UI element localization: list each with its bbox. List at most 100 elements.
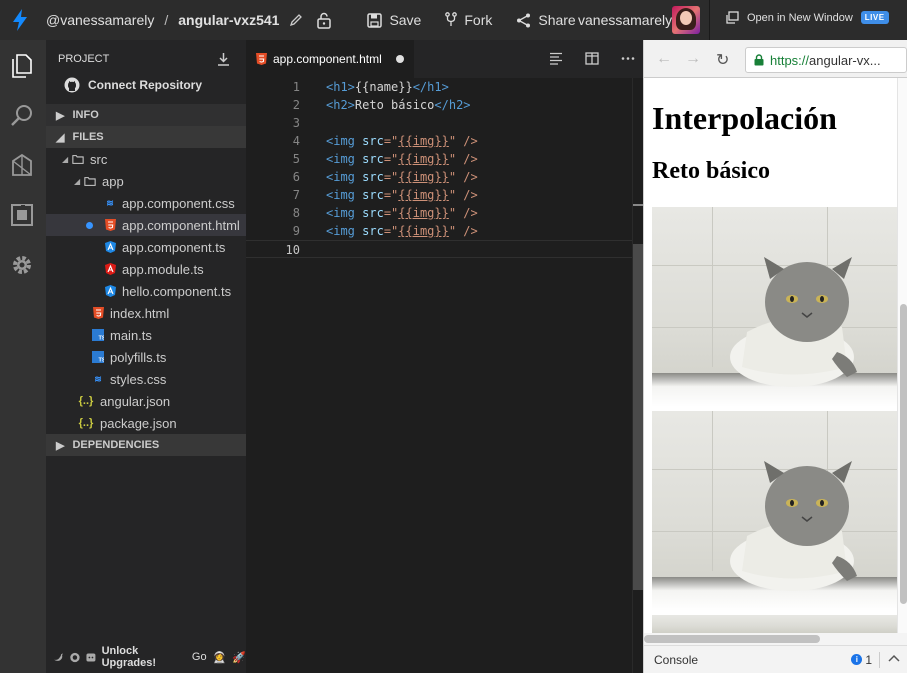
code-token: <img: [326, 224, 355, 238]
more-icon[interactable]: [621, 52, 635, 65]
split-editor-icon[interactable]: [585, 52, 599, 65]
account-name[interactable]: vanessamarely: [578, 12, 672, 28]
astronaut-icon: 👩‍🚀: [212, 651, 227, 664]
section-dependencies[interactable]: ▶ DEPENDENCIES: [46, 434, 246, 456]
code-token: {{name}}: [354, 80, 413, 94]
unsaved-dot-icon[interactable]: [395, 55, 404, 63]
new-window-icon: [726, 11, 739, 24]
section-dependencies-label: DEPENDENCIES: [72, 439, 160, 451]
download-icon[interactable]: [217, 52, 230, 66]
tree-file-app-module-ts[interactable]: app.module.ts: [46, 258, 246, 280]
fork-button[interactable]: Fork: [445, 12, 492, 28]
console-count-value: 1: [865, 652, 872, 667]
tree-file-app-component-css[interactable]: ≋ app.component.css: [46, 192, 246, 214]
section-files-label: FILES: [72, 131, 104, 143]
line-number: 1: [292, 80, 300, 94]
code-token: =": [383, 188, 399, 202]
tree-file-polyfills-ts[interactable]: TS polyfills.ts: [46, 346, 246, 368]
twitter-icon[interactable]: [54, 652, 64, 662]
lightning-icon[interactable]: [0, 0, 40, 40]
tree-file-index-html[interactable]: index.html: [46, 302, 246, 324]
unlock-upgrades-link[interactable]: Unlock Upgrades!: [102, 645, 186, 669]
console-bar[interactable]: Console i 1: [644, 645, 907, 673]
tree-item-label: app.module.ts: [122, 261, 204, 277]
topbar-divider: [709, 0, 710, 40]
gear-icon[interactable]: [8, 251, 36, 279]
tab-app-component-html[interactable]: app.component.html: [246, 40, 414, 78]
editor-actions: [549, 52, 635, 65]
search-icon[interactable]: [8, 102, 36, 130]
tree-folder-app[interactable]: ◢ app: [46, 170, 246, 192]
cat-image: [652, 207, 897, 407]
line-number: 7: [292, 188, 300, 202]
code-line: 4 <img src="{{img}}" />: [246, 132, 632, 150]
code-token: src: [362, 206, 384, 220]
tree-file-app-component-html[interactable]: app.component.html: [46, 214, 246, 236]
preview-scroll-thumb[interactable]: [900, 304, 907, 604]
connect-repository-button[interactable]: Connect Repository: [46, 74, 246, 96]
chevron-down-icon: ◢: [74, 176, 81, 186]
css-file-icon: ≋: [106, 197, 114, 208]
code-line: 5 <img src="{{img}}" />: [246, 150, 632, 168]
url-scheme: https://: [770, 52, 810, 68]
editor-tab-bar: app.component.html: [246, 40, 643, 78]
files-icon[interactable]: [8, 52, 36, 80]
code-token: <h1>: [326, 80, 355, 94]
tree-file-app-component-ts[interactable]: app.component.ts: [46, 236, 246, 258]
cat-image: [652, 615, 897, 633]
code-token: =": [383, 134, 399, 148]
tree-item-label: package.json: [100, 415, 177, 431]
open-new-window-button[interactable]: Open in New Window LIVE: [726, 11, 889, 24]
edit-pencil-icon[interactable]: [289, 13, 303, 27]
section-files[interactable]: ◢ FILES: [46, 126, 246, 148]
sidebar-title: PROJECT: [58, 53, 110, 65]
avatar[interactable]: [672, 6, 700, 34]
current-code-line: 10: [246, 240, 632, 258]
lock-icon[interactable]: [317, 12, 332, 29]
code-token: " />: [448, 224, 478, 238]
code-token: {{img}}: [398, 206, 449, 220]
tree-file-package-json[interactable]: {..} package.json: [46, 412, 246, 434]
format-icon[interactable]: [549, 52, 563, 65]
project-name[interactable]: angular-vxz541: [178, 12, 279, 28]
preview-hscroll-thumb[interactable]: [644, 635, 820, 643]
discord-icon[interactable]: [86, 652, 96, 663]
tree-file-angular-json[interactable]: {..} angular.json: [46, 390, 246, 412]
code-token: =": [383, 224, 399, 238]
live-badge: LIVE: [860, 11, 889, 24]
deploy-icon[interactable]: [8, 151, 36, 179]
chevron-up-icon[interactable]: [888, 654, 900, 662]
tree-file-main-ts[interactable]: TS main.ts: [46, 324, 246, 346]
save-button[interactable]: Save: [367, 12, 421, 28]
owner-link[interactable]: @vanessamarely: [46, 12, 154, 28]
tree-item-label: app.component.ts: [122, 239, 226, 255]
html-file-icon: [104, 219, 116, 231]
typescript-icon: TS: [92, 351, 104, 363]
back-arrow-icon[interactable]: ←: [656, 50, 672, 68]
url-field[interactable]: https://angular-vx...: [745, 47, 907, 73]
preview-content: Interpolación Reto básico: [644, 78, 907, 633]
share-button[interactable]: Share: [516, 12, 576, 28]
code-token: " />: [448, 134, 478, 148]
connect-repository-label: Connect Repository: [88, 78, 203, 92]
url-host: angular-vx...: [809, 52, 881, 68]
tab-label: app.component.html: [273, 52, 382, 66]
reload-icon[interactable]: ↻: [716, 50, 729, 70]
code-token: =": [383, 152, 399, 166]
tree-file-styles-css[interactable]: ≋ styles.css: [46, 368, 246, 390]
tree-file-hello-component-ts[interactable]: hello.component.ts: [46, 280, 246, 302]
code-area[interactable]: 1 <h1>{{name}}</h1> 2 <h2>Reto básico</h…: [246, 78, 632, 258]
extensions-icon[interactable]: [8, 201, 36, 229]
preview-horizontal-scrollbar[interactable]: [644, 633, 907, 645]
editor-scrollbar[interactable]: [632, 78, 644, 673]
tree-folder-src[interactable]: ◢ src: [46, 148, 246, 170]
go-link[interactable]: Go: [192, 651, 207, 663]
forward-arrow-icon[interactable]: →: [685, 50, 701, 68]
preview-scrollbar[interactable]: [897, 78, 907, 633]
tree-item-label: polyfills.ts: [110, 349, 167, 365]
section-info[interactable]: ▶ INFO: [46, 104, 246, 126]
github-icon[interactable]: [70, 652, 80, 663]
tree-item-label: index.html: [110, 305, 170, 321]
save-label: Save: [389, 12, 422, 28]
section-info-label: INFO: [72, 109, 99, 121]
